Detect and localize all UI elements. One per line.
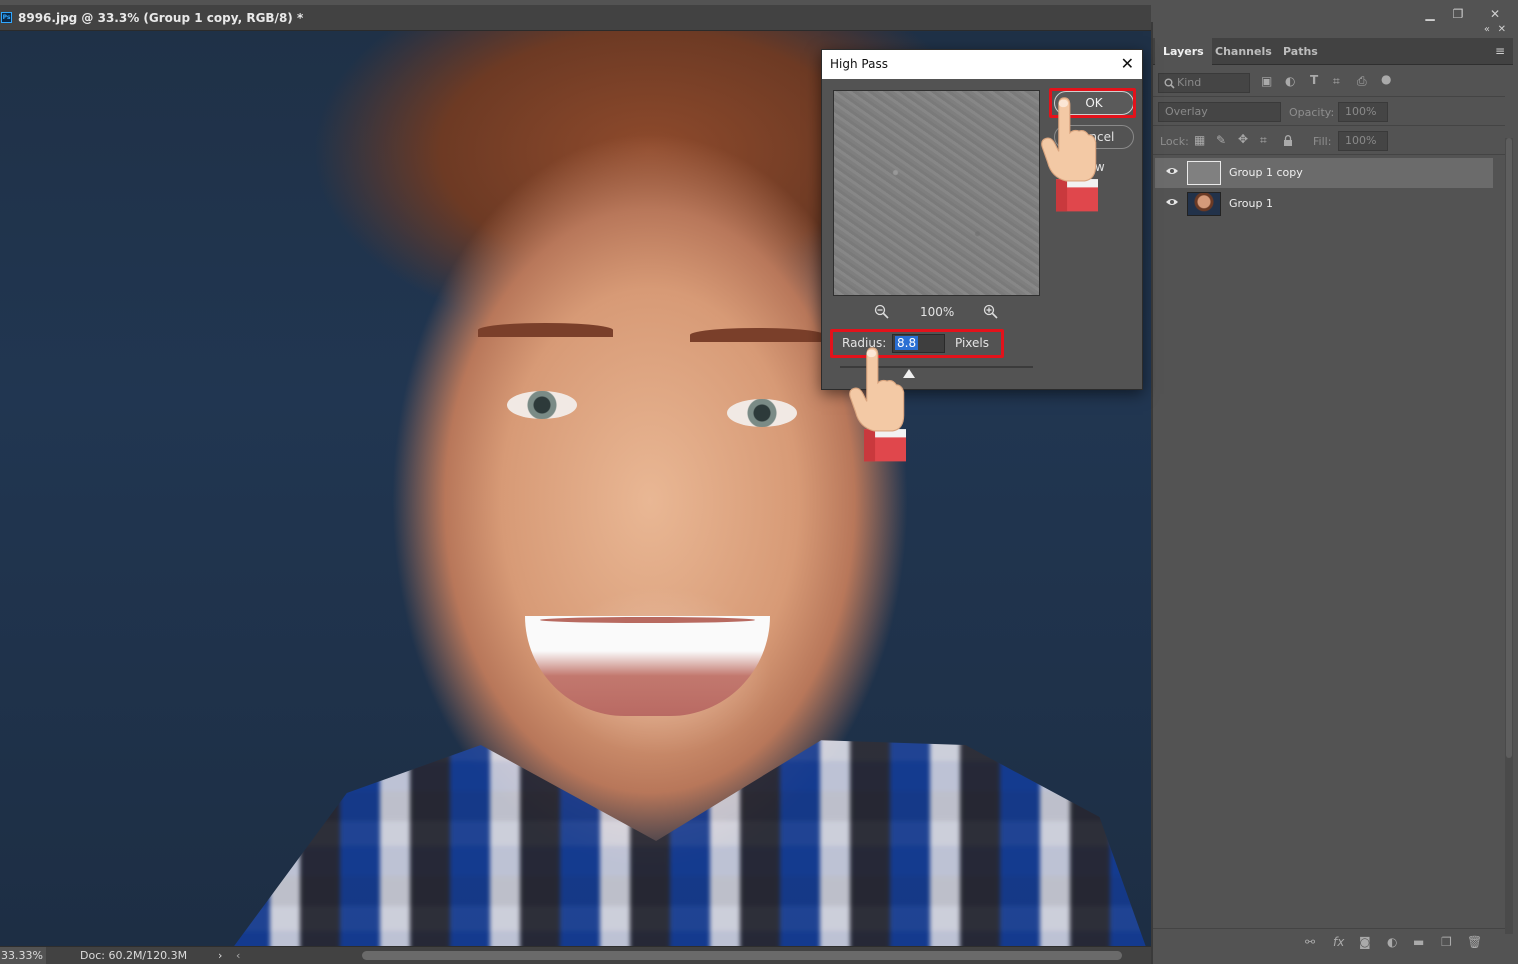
lock-transparency-icon[interactable]: ▦ bbox=[1194, 133, 1205, 147]
pointing-hand-icon bbox=[849, 347, 906, 462]
photo-mouth bbox=[525, 616, 770, 716]
document-tab-title[interactable]: 8996.jpg @ 33.3% (Group 1 copy, RGB/8) * bbox=[18, 11, 303, 25]
minimize-button[interactable]: ▁ bbox=[1420, 7, 1440, 21]
photo-left-eye bbox=[507, 391, 577, 419]
layer-name: Group 1 bbox=[1229, 197, 1273, 210]
filter-pixel-icon[interactable]: ▣ bbox=[1261, 74, 1272, 88]
zoom-out-icon[interactable] bbox=[874, 304, 889, 319]
lock-label: Lock: bbox=[1160, 135, 1189, 148]
doc-size-info: Doc: 60.2M/120.3M bbox=[80, 949, 188, 962]
filter-shape-icon[interactable]: ⌗ bbox=[1333, 74, 1340, 89]
panel-close-icon[interactable]: ✕ bbox=[1498, 24, 1506, 35]
filter-adjustment-icon[interactable]: ◐ bbox=[1285, 74, 1295, 88]
zoom-level-field[interactable]: 33.33% bbox=[0, 947, 46, 964]
fill-field[interactable]: 100% bbox=[1338, 131, 1388, 151]
layers-panel-footer: ⚯ fx ◙ ◐ ▬ ❐ 🗑 bbox=[1153, 928, 1505, 954]
lock-brush-icon[interactable]: ✎ bbox=[1216, 133, 1226, 147]
fill-label: Fill: bbox=[1313, 135, 1332, 148]
dialog-close-icon[interactable]: ✕ bbox=[1121, 54, 1134, 73]
tab-layers[interactable]: Layers bbox=[1155, 38, 1212, 65]
layer-style-fx-icon[interactable]: fx bbox=[1333, 935, 1344, 949]
eye-icon[interactable] bbox=[1165, 166, 1179, 176]
preview-zoom-percent: 100% bbox=[920, 305, 955, 319]
blend-mode-dropdown[interactable]: Overlay bbox=[1158, 102, 1281, 122]
new-group-folder-icon[interactable]: ▬ bbox=[1413, 935, 1424, 949]
filter-preview-area[interactable] bbox=[833, 90, 1040, 296]
opacity-field[interactable]: 100% bbox=[1338, 102, 1388, 122]
blend-row: Overlay Opacity: 100% bbox=[1153, 98, 1505, 126]
link-layers-icon[interactable]: ⚯ bbox=[1305, 935, 1315, 949]
photo-plaid-shirt bbox=[223, 740, 1151, 946]
layer-thumbnail-gray bbox=[1187, 161, 1221, 185]
photo-right-eyebrow bbox=[690, 328, 825, 342]
pointing-hand-icon bbox=[1041, 97, 1098, 212]
eye-icon[interactable] bbox=[1165, 197, 1179, 207]
filter-kind-label: Kind bbox=[1177, 76, 1202, 89]
tab-channels[interactable]: Channels bbox=[1207, 38, 1280, 65]
photoshop-app-icon: Ps bbox=[1, 12, 12, 23]
lock-all-icon[interactable] bbox=[1283, 135, 1293, 147]
opacity-value: 100% bbox=[1345, 105, 1377, 118]
scroll-left-arrow[interactable]: ‹ bbox=[236, 949, 240, 962]
layer-row-group-1-copy[interactable]: Group 1 copy bbox=[1155, 158, 1493, 188]
filter-type-icon[interactable]: T bbox=[1310, 73, 1318, 87]
photo-lip-line bbox=[540, 617, 755, 623]
layers-panel: « ✕ Layers Channels Paths ≡ Kind ▣ ◐ T ⌗… bbox=[1151, 22, 1518, 964]
status-menu-arrow[interactable]: › bbox=[218, 949, 222, 962]
layer-name: Group 1 copy bbox=[1229, 166, 1303, 179]
dialog-title: High Pass bbox=[830, 57, 888, 71]
add-mask-icon[interactable]: ◙ bbox=[1359, 935, 1371, 949]
layer-thumbnail-photo bbox=[1187, 192, 1221, 216]
zoom-in-icon[interactable] bbox=[983, 304, 998, 319]
fill-value: 100% bbox=[1345, 134, 1377, 147]
panel-tab-bar: Layers Channels Paths ≡ bbox=[1153, 38, 1513, 65]
filter-smart-object-icon[interactable]: ⎙ bbox=[1357, 74, 1367, 89]
new-layer-icon[interactable]: ❐ bbox=[1441, 935, 1452, 949]
filter-toggle-icon[interactable]: ● bbox=[1381, 72, 1391, 86]
photo-left-eyebrow bbox=[478, 323, 613, 337]
dialog-title-bar[interactable]: High Pass ✕ bbox=[822, 50, 1142, 79]
panel-collapse-icon[interactable]: « bbox=[1484, 24, 1490, 35]
photo-right-eye bbox=[727, 399, 797, 427]
lock-row: Lock: ▦ ✎ ✥ ⌗ Fill: 100% bbox=[1153, 127, 1505, 155]
panel-menu-icon[interactable]: ≡ bbox=[1495, 44, 1505, 58]
layer-filter-row: Kind ▣ ◐ T ⌗ ⎙ ● bbox=[1153, 68, 1505, 97]
close-window-button[interactable]: ✕ bbox=[1485, 7, 1505, 21]
restore-button[interactable]: ❐ bbox=[1448, 7, 1468, 21]
document-tab-bar: Ps 8996.jpg @ 33.3% (Group 1 copy, RGB/8… bbox=[0, 5, 1151, 31]
lock-position-icon[interactable]: ✥ bbox=[1238, 132, 1248, 146]
opacity-label: Opacity: bbox=[1289, 106, 1335, 119]
panel-scrollbar-thumb[interactable] bbox=[1506, 138, 1512, 758]
status-bar: 33.33% Doc: 60.2M/120.3M › ‹ bbox=[0, 946, 1151, 964]
adjustment-layer-icon[interactable]: ◐ bbox=[1387, 935, 1397, 949]
tab-paths[interactable]: Paths bbox=[1275, 38, 1326, 65]
delete-layer-trash-icon[interactable]: 🗑 bbox=[1467, 935, 1482, 949]
lock-artboard-icon[interactable]: ⌗ bbox=[1260, 133, 1267, 148]
horizontal-scrollbar-thumb[interactable] bbox=[362, 951, 1122, 960]
blend-mode-value: Overlay bbox=[1165, 105, 1208, 118]
layer-row-group-1[interactable]: Group 1 bbox=[1155, 189, 1493, 219]
search-icon bbox=[1164, 78, 1175, 89]
